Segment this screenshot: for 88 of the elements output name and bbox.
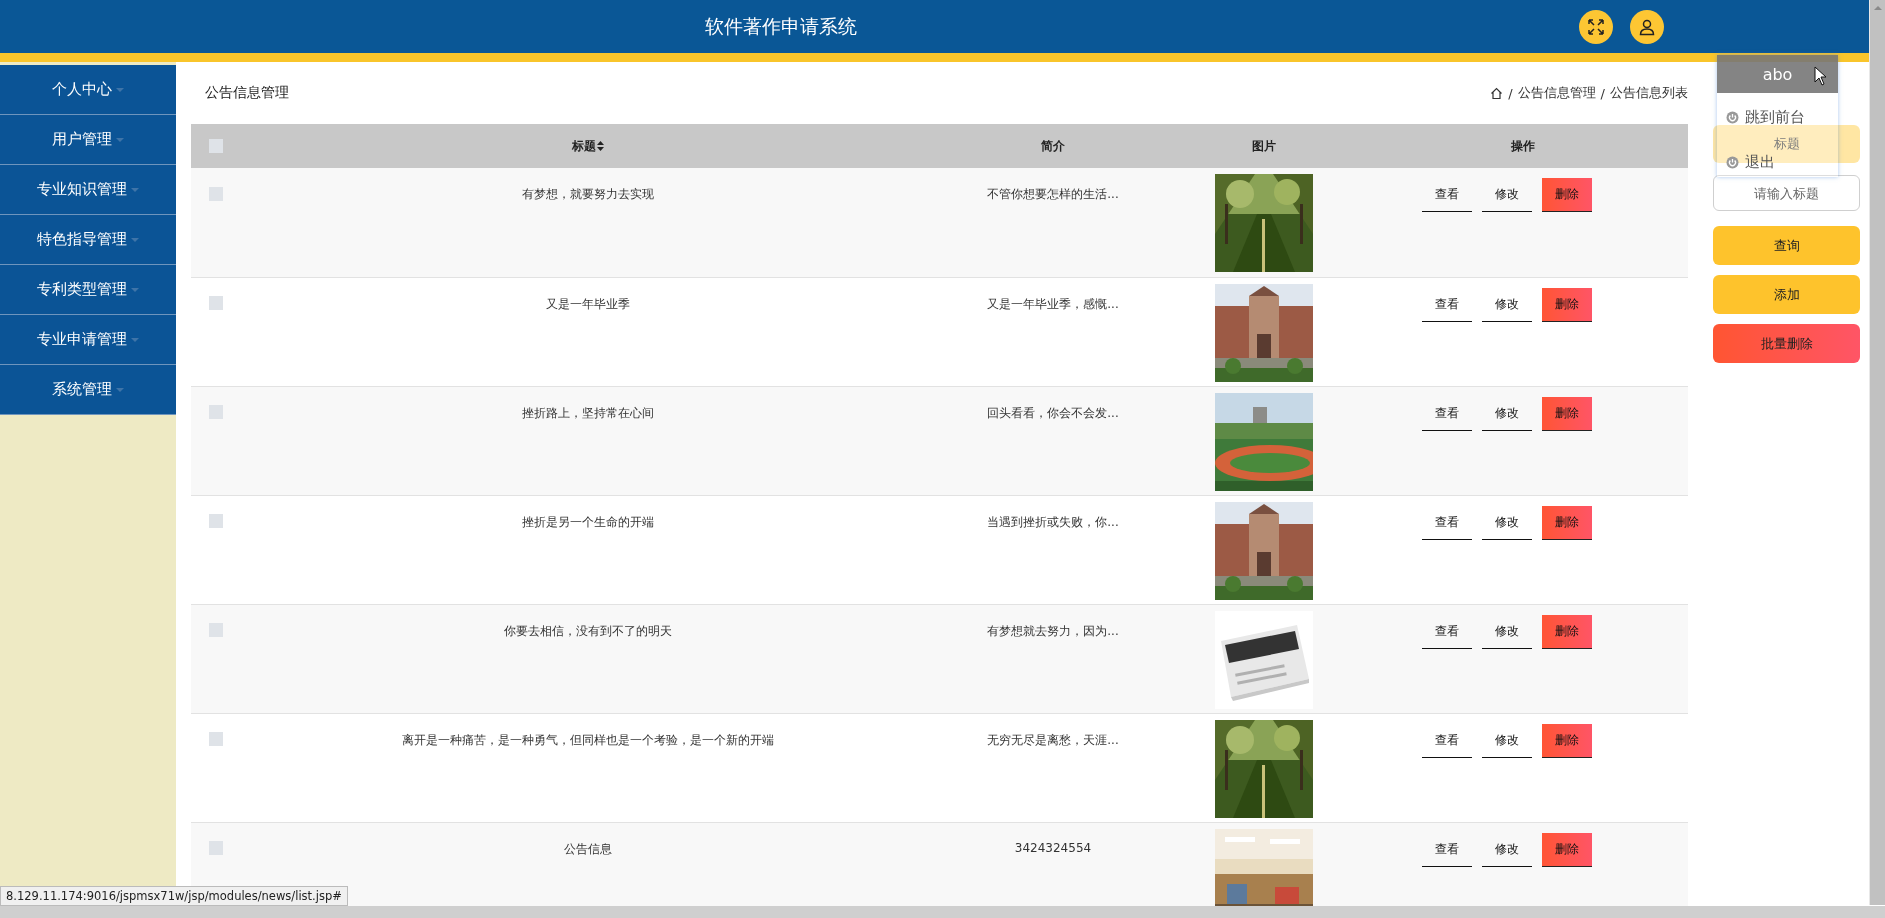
app-title: 软件著作申请系统 <box>705 13 857 39</box>
breadcrumb-item[interactable]: 公告信息管理 <box>1517 84 1596 102</box>
sidebar-item[interactable]: 专业申请管理 <box>0 315 176 365</box>
power-icon <box>1726 110 1739 124</box>
menu-item-label: 退出 <box>1745 152 1775 172</box>
row-checkbox[interactable] <box>209 296 223 310</box>
view-button[interactable]: 查看 <box>1422 287 1472 322</box>
username: abo <box>1717 55 1838 93</box>
breadcrumb-separator: / <box>1600 85 1605 101</box>
view-button[interactable]: 查看 <box>1422 396 1472 431</box>
caret-icon <box>116 87 124 92</box>
search-field[interactable]: 请输入标题 <box>1713 175 1860 211</box>
delete-button[interactable]: 删除 <box>1542 723 1592 758</box>
sidebar-item[interactable]: 系统管理 <box>0 365 176 415</box>
column-header: 操作 <box>1510 137 1535 155</box>
caret-icon <box>131 287 139 292</box>
edit-button[interactable]: 修改 <box>1482 832 1532 867</box>
view-button[interactable]: 查看 <box>1422 614 1472 649</box>
edit-button[interactable]: 修改 <box>1482 396 1532 431</box>
table-cell: 离开是一种痛苦，是一种勇气，但同样也是一个考验，是一个新的开端 <box>402 732 774 747</box>
table-cell: 回头看看，你会不会发... <box>987 405 1119 420</box>
caret-icon <box>116 137 124 142</box>
sidebar-item[interactable]: 用户管理 <box>0 115 176 165</box>
view-button[interactable]: 查看 <box>1422 505 1472 540</box>
expand-icon <box>1587 17 1605 36</box>
delete-button[interactable]: 删除 <box>1542 287 1592 322</box>
sidebar-item[interactable]: 个人中心 <box>0 65 176 115</box>
row-checkbox[interactable] <box>209 186 223 201</box>
table-cell: 挫折路上，坚持常在心间 <box>522 405 654 420</box>
home-icon[interactable] <box>1490 86 1504 100</box>
sidebar-item[interactable]: 专业知识管理 <box>0 165 176 215</box>
power-icon <box>1726 155 1739 169</box>
select-all-checkbox[interactable] <box>209 139 223 154</box>
table-cell: 有梦想就去努力，因为... <box>987 623 1119 638</box>
column-header: 简介 <box>1041 137 1065 155</box>
delete-button[interactable]: 删除 <box>1542 832 1592 867</box>
view-button[interactable]: 查看 <box>1422 178 1472 212</box>
edit-button[interactable]: 修改 <box>1482 723 1532 758</box>
caret-icon <box>131 237 139 242</box>
edit-button[interactable]: 修改 <box>1482 178 1532 212</box>
delete-button[interactable]: 删除 <box>1542 505 1592 540</box>
menu-item[interactable]: 退出 <box>1717 152 1775 172</box>
user-button[interactable] <box>1630 9 1664 44</box>
table-cell: 3424324554 <box>1014 840 1092 855</box>
table-cell: 不管你想要怎样的生活... <box>987 187 1119 201</box>
user-icon <box>1638 17 1656 36</box>
table-cell: 你要去相信，没有到不了的明天 <box>504 623 672 638</box>
delete-button[interactable]: 删除 <box>1542 178 1592 212</box>
table-cell: 又是一年毕业季，感慨... <box>987 296 1119 311</box>
menu-item[interactable]: 跳到前台 <box>1717 107 1805 127</box>
table-cell: 当遇到挫折或失败，你... <box>987 514 1119 529</box>
sidebar-item[interactable]: 特色指导管理 <box>0 215 176 265</box>
caret-icon <box>131 187 139 192</box>
breadcrumb-item[interactable]: 公告信息列表 <box>1610 84 1688 102</box>
view-button[interactable]: 查看 <box>1422 723 1472 758</box>
caret-icon <box>116 387 124 392</box>
caret-icon <box>131 337 139 342</box>
table-cell: 又是一年毕业季 <box>546 296 630 311</box>
scrollbar[interactable] <box>1869 0 1885 905</box>
column-header: 图片 <box>1252 137 1276 155</box>
menu-item-label: 跳到前台 <box>1745 107 1805 127</box>
fullscreen-button[interactable] <box>1579 9 1613 44</box>
table-cell: 挫折是另一个生命的开端 <box>522 514 654 529</box>
sort-icon[interactable] <box>597 141 604 151</box>
cursor-icon <box>1814 66 1828 86</box>
table-cell: 有梦想，就要努力去实现 <box>522 187 654 201</box>
row-checkbox[interactable] <box>209 623 223 637</box>
page-title: 公告信息管理 <box>205 84 289 102</box>
row-checkbox[interactable] <box>209 514 223 528</box>
edit-button[interactable]: 修改 <box>1482 614 1532 649</box>
row-checkbox[interactable] <box>209 841 223 855</box>
edit-button[interactable]: 修改 <box>1482 287 1532 322</box>
delete-button[interactable]: 删除 <box>1542 396 1592 431</box>
batch-delete-button[interactable]: 批量删除 <box>1713 324 1860 363</box>
status-url: 8.129.11.174:9016/jspmsx71w/jsp/modules/news/list.jsp# <box>0 886 348 906</box>
column-header[interactable]: 标题 <box>572 137 596 155</box>
table-cell: 公告信息 <box>564 841 612 856</box>
table-cell: 无穷无尽是离愁，天涯... <box>987 732 1119 747</box>
row-checkbox[interactable] <box>209 405 223 419</box>
action-button[interactable]: 添加 <box>1713 275 1860 314</box>
edit-button[interactable]: 修改 <box>1482 505 1532 540</box>
action-button[interactable]: 查询 <box>1713 226 1860 265</box>
horizontal-scrollbar[interactable] <box>0 906 1885 918</box>
row-checkbox[interactable] <box>209 732 223 746</box>
view-button[interactable]: 查看 <box>1422 832 1472 867</box>
sidebar-item[interactable]: 专利类型管理 <box>0 265 176 315</box>
delete-button[interactable]: 删除 <box>1542 614 1592 649</box>
breadcrumb-separator: / <box>1508 85 1513 101</box>
